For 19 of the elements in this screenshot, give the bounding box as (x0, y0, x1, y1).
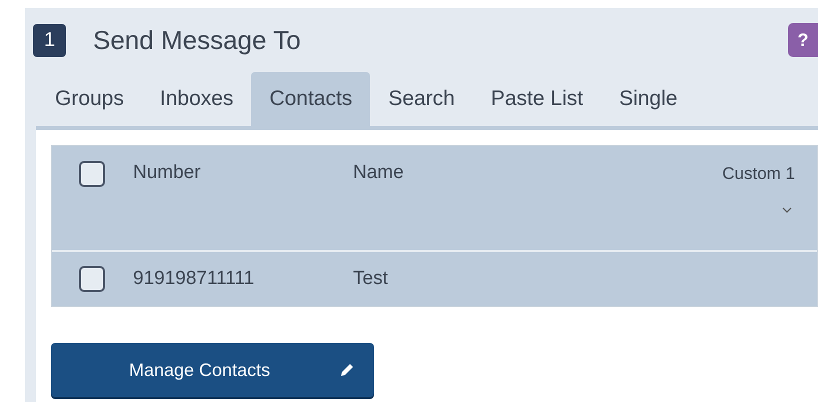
table-cell-text: Test (353, 266, 388, 291)
section-title: Send Message To (93, 24, 301, 56)
step-number-badge: 1 (33, 24, 66, 56)
tab[interactable]: Contacts (251, 72, 370, 126)
checkbox[interactable] (79, 160, 105, 186)
tab[interactable]: Search (370, 72, 473, 126)
tab[interactable]: Groups (37, 72, 142, 126)
column-header[interactable]: Name (353, 159, 404, 188)
manage-contacts-button[interactable]: Manage Contacts (51, 343, 374, 397)
column-header[interactable]: Custom 1 (722, 160, 795, 186)
pencil-icon (338, 361, 356, 379)
chevron-down-icon[interactable] (781, 206, 793, 214)
tab[interactable]: Single (601, 72, 696, 126)
tab[interactable]: Inboxes (142, 72, 252, 126)
checkbox[interactable] (79, 266, 105, 292)
tab[interactable]: Paste List (472, 72, 602, 126)
column-header[interactable]: Number (133, 159, 353, 188)
help-badge[interactable]: ? (788, 23, 818, 57)
table-cell-text: 919198711111 (133, 266, 256, 291)
